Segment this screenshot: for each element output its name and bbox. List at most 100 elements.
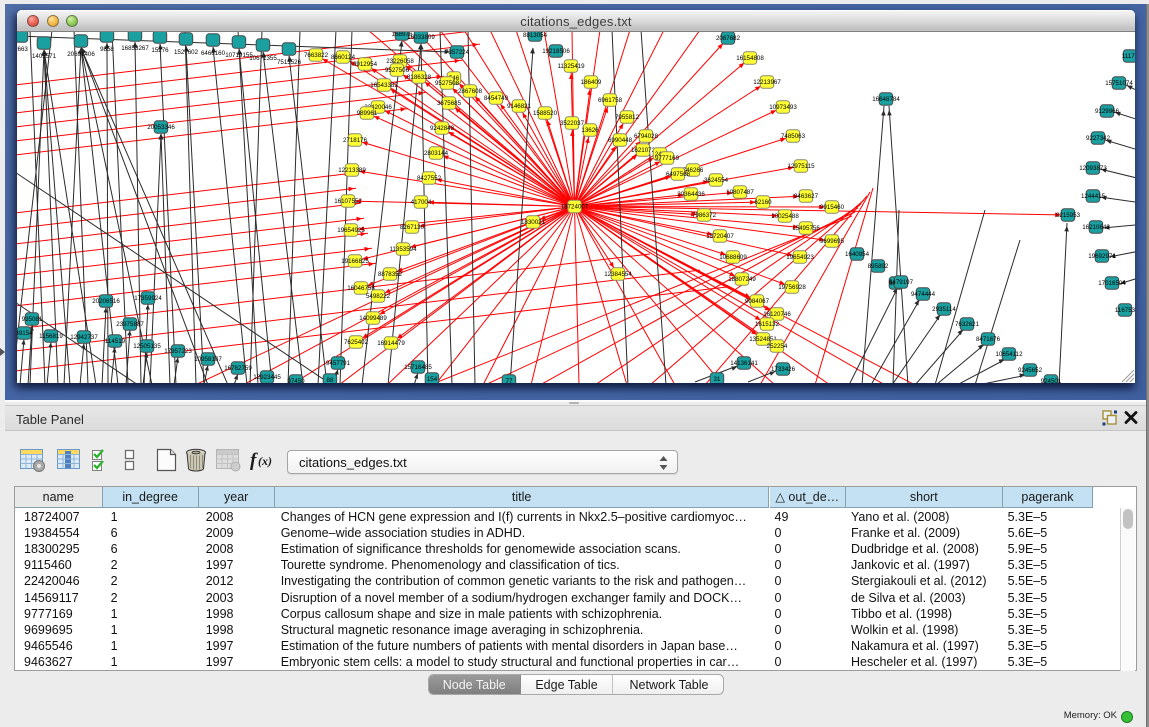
svg-text:12505135: 12505135: [133, 343, 161, 350]
svg-text:1405571: 1405571: [32, 53, 57, 60]
svg-text:935081: 935081: [22, 316, 43, 323]
svg-text:7632621: 7632621: [955, 321, 980, 328]
svg-text:6497568: 6497568: [666, 171, 691, 178]
svg-text:1527602: 1527602: [174, 49, 199, 56]
svg-text:1621072: 1621072: [631, 147, 656, 154]
svg-text:417004: 417004: [411, 199, 432, 206]
svg-text:9146821: 9146821: [507, 103, 532, 110]
svg-text:16210643: 16210643: [1082, 224, 1110, 231]
svg-text:11325419: 11325419: [557, 63, 585, 70]
svg-text:9699695: 9699695: [820, 238, 845, 245]
svg-text:1156819: 1156819: [39, 333, 63, 340]
svg-text:17359924: 17359924: [134, 295, 162, 302]
svg-text:2867608: 2867608: [458, 88, 483, 95]
svg-text:23975887: 23975887: [116, 321, 144, 328]
svg-text:7986372: 7986372: [692, 212, 717, 219]
svg-text:15751074: 15751074: [1105, 80, 1133, 87]
svg-text:8267130: 8267130: [400, 224, 425, 231]
svg-text:5498222: 5498222: [366, 293, 391, 300]
svg-text:9777169: 9777169: [655, 155, 680, 162]
svg-text:7625402: 7625402: [344, 339, 369, 346]
svg-text:1830021: 1830021: [521, 219, 546, 226]
svg-text:9227342: 9227342: [1086, 135, 1111, 142]
svg-text:2663: 2663: [17, 46, 28, 53]
svg-text:62160: 62160: [754, 199, 772, 206]
svg-text:13626: 13626: [581, 127, 599, 134]
svg-text:10671355: 10671355: [249, 55, 277, 62]
svg-text:20053346: 20053346: [147, 124, 175, 131]
svg-text:8878352: 8878352: [378, 271, 403, 278]
svg-text:12942737: 12942737: [70, 334, 98, 341]
svg-text:20691406: 20691406: [67, 51, 95, 58]
svg-text:16853267: 16853267: [121, 45, 149, 52]
svg-text:7955812: 7955812: [615, 114, 640, 121]
svg-text:8427552: 8427552: [417, 175, 442, 182]
svg-text:11173: 11173: [1122, 53, 1135, 60]
svg-text:15720407: 15720407: [706, 233, 734, 240]
svg-text:20364436: 20364436: [677, 191, 705, 198]
svg-text:17957223: 17957223: [164, 348, 192, 355]
svg-text:6466160: 6466160: [201, 50, 226, 57]
svg-text:3624554: 3624554: [704, 177, 729, 184]
svg-text:12923445: 12923445: [253, 374, 281, 381]
svg-text:12384554: 12384554: [604, 271, 632, 278]
svg-text:7663822: 7663822: [304, 52, 329, 59]
svg-text:7515526: 7515526: [277, 59, 302, 66]
svg-text:97450: 97450: [287, 378, 305, 383]
svg-text:16154808: 16154808: [736, 55, 764, 62]
svg-text:2087682: 2087682: [716, 35, 741, 42]
svg-text:8912954: 8912954: [353, 61, 378, 68]
svg-text:6794028: 6794028: [634, 133, 659, 140]
svg-text:20206516: 20206516: [92, 298, 120, 305]
svg-text:14136141: 14136141: [730, 360, 758, 367]
svg-text:9457791: 9457791: [326, 360, 351, 367]
svg-text:10654112: 10654112: [995, 351, 1023, 358]
svg-text:7485063: 7485063: [781, 133, 806, 140]
svg-text:8471676: 8471676: [976, 336, 1001, 343]
svg-text:9084067: 9084067: [745, 298, 770, 305]
svg-text:1733426: 1733426: [771, 366, 796, 373]
svg-text:16914479: 16914479: [377, 340, 405, 347]
svg-text:6479197: 6479197: [889, 279, 914, 286]
svg-text:2935114: 2935114: [932, 306, 956, 313]
svg-text:19756928: 19756928: [778, 284, 806, 291]
svg-text:3675685: 3675685: [437, 100, 462, 107]
svg-text:9915460: 9915460: [820, 204, 845, 211]
svg-text:3522037: 3522037: [560, 120, 585, 127]
svg-text:9242848: 9242848: [430, 125, 455, 132]
svg-text:16107552: 16107552: [334, 198, 362, 205]
svg-text:924501: 924501: [1041, 378, 1062, 383]
svg-text:9527506: 9527506: [385, 67, 410, 74]
svg-text:10958107: 10958107: [194, 356, 222, 363]
svg-text:19654923: 19654923: [786, 254, 814, 261]
svg-text:9858: 9858: [100, 46, 114, 53]
svg-text:(x): (x): [258, 454, 272, 468]
svg-text:18724007: 18724007: [561, 204, 589, 211]
svg-text:1588520: 1588520: [533, 110, 558, 117]
svg-text:15276: 15276: [151, 47, 169, 54]
svg-text:116753: 116753: [1115, 307, 1135, 314]
svg-text:16782759: 16782759: [224, 365, 252, 372]
svg-text:9129966: 9129966: [1095, 108, 1120, 115]
svg-text:8186328: 8186328: [407, 74, 432, 81]
svg-text:16543382: 16543382: [370, 82, 398, 89]
svg-text:77: 77: [506, 378, 513, 383]
svg-text:16648784: 16648784: [872, 96, 900, 103]
svg-text:19654925: 19654925: [337, 227, 365, 234]
svg-text:16120746: 16120746: [763, 311, 791, 318]
svg-text:154: 154: [427, 376, 438, 383]
svg-text:8660124: 8660124: [331, 54, 356, 61]
svg-text:19218506: 19218506: [542, 48, 570, 55]
svg-text:19166825: 19166825: [341, 258, 369, 265]
svg-text:7357224: 7357224: [445, 49, 470, 56]
svg-text:8813054: 8813054: [523, 32, 548, 39]
svg-text:252254: 252254: [767, 343, 788, 350]
svg-text:9463627: 9463627: [794, 193, 819, 200]
svg-text:895892: 895892: [868, 263, 889, 270]
svg-text:1640954: 1640954: [845, 251, 870, 258]
svg-text:15495756: 15495756: [792, 225, 820, 232]
svg-text:114519: 114519: [105, 338, 126, 345]
svg-text:6961758: 6961758: [598, 97, 623, 104]
svg-text:10807487: 10807487: [726, 189, 754, 196]
svg-text:14099489: 14099489: [359, 315, 387, 322]
